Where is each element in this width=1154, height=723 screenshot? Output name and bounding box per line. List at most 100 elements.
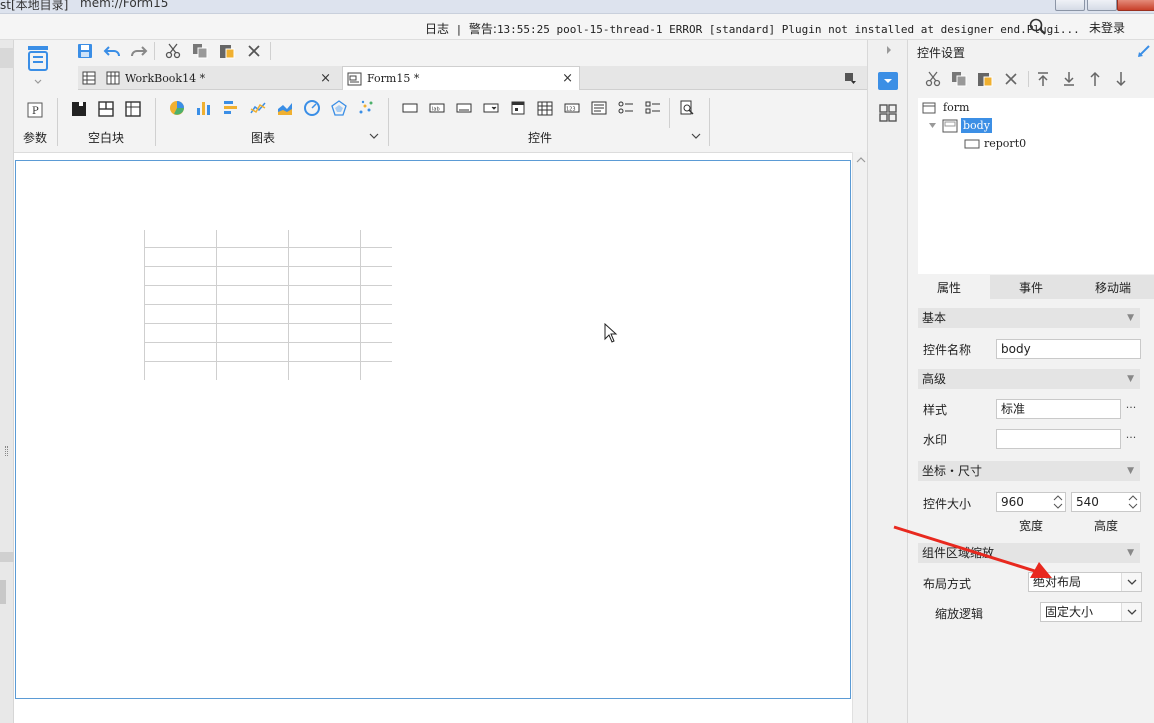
move-down-icon[interactable]: [1111, 69, 1131, 89]
tab-label: Form15 *: [367, 72, 420, 85]
widget-name-input[interactable]: body: [996, 339, 1141, 359]
horizontal-bar-chart-icon[interactable]: [221, 98, 241, 118]
save-icon[interactable]: [75, 41, 95, 61]
maximize-button[interactable]: [1087, 0, 1117, 11]
panel-cut-icon[interactable]: [923, 69, 943, 89]
delete-icon[interactable]: [244, 41, 264, 61]
radio-group-widget-icon[interactable]: [616, 98, 636, 118]
section-coords-size[interactable]: 坐标・尺寸 ▼: [918, 461, 1140, 481]
tab-form15[interactable]: Form15 * ×: [342, 66, 580, 90]
expand-right-icon[interactable]: [885, 45, 893, 55]
height-input[interactable]: 540: [1071, 492, 1141, 512]
title-file: mem://Form15: [80, 0, 169, 10]
section-basic[interactable]: 基本 ▼: [918, 308, 1140, 328]
menu-dropdown-button[interactable]: [26, 44, 52, 84]
tab-block-icon[interactable]: [96, 99, 116, 119]
style-more-button[interactable]: ···: [1121, 399, 1141, 419]
scale-logic-select[interactable]: 固定大小: [1040, 602, 1142, 622]
bar-chart-icon[interactable]: [194, 98, 214, 118]
scatter-chart-icon[interactable]: [356, 98, 376, 118]
component-library-icon[interactable]: [879, 104, 897, 122]
close-window-button[interactable]: [1117, 0, 1154, 11]
login-link[interactable]: 未登录: [1089, 19, 1125, 36]
search-icon[interactable]: [1029, 18, 1047, 36]
panel-paste-icon[interactable]: [975, 69, 995, 89]
paste-icon[interactable]: [217, 41, 237, 61]
move-up-icon[interactable]: [1085, 69, 1105, 89]
tab-mobile[interactable]: 移动端: [1072, 275, 1154, 299]
param-icon[interactable]: P: [25, 100, 45, 120]
widget-expand-chevron-icon[interactable]: [691, 132, 701, 140]
tree-node-body[interactable]: body: [942, 118, 992, 133]
svg-text:123: 123: [566, 107, 576, 113]
label-widget-icon[interactable]: [400, 98, 420, 118]
panel-pin-icon[interactable]: [1137, 44, 1151, 58]
absolute-block-icon[interactable]: [69, 99, 89, 119]
checkbox-group-widget-icon[interactable]: [643, 98, 663, 118]
area-chart-icon[interactable]: [275, 98, 295, 118]
minimize-button[interactable]: [1055, 0, 1085, 11]
report0-table-widget[interactable]: [144, 230, 394, 380]
gauge-chart-icon[interactable]: [302, 98, 322, 118]
width-spinner[interactable]: [1051, 493, 1065, 511]
form-body-canvas[interactable]: [15, 160, 851, 699]
style-input[interactable]: 标准: [996, 399, 1121, 419]
height-label: 高度: [1094, 519, 1119, 533]
tab-properties[interactable]: 属性: [908, 275, 990, 299]
tab-workbook14[interactable]: WorkBook14 * ×: [102, 66, 341, 90]
preview-search-icon[interactable]: [677, 98, 697, 118]
tab-label: WorkBook14 *: [125, 71, 206, 85]
panel-copy-icon[interactable]: [949, 69, 969, 89]
tab-close-icon[interactable]: ×: [320, 71, 331, 86]
height-spinner[interactable]: [1126, 493, 1140, 511]
grid-block-icon[interactable]: [123, 99, 143, 119]
tree-collapse-icon[interactable]: [928, 122, 937, 129]
sheet-view-icon[interactable]: [78, 66, 100, 90]
scroll-up-icon[interactable]: [856, 156, 866, 164]
cut-icon[interactable]: [163, 41, 183, 61]
log-link[interactable]: 日志: [425, 22, 449, 36]
chevron-down-icon: [1121, 603, 1141, 621]
redo-icon[interactable]: [129, 41, 149, 61]
line-chart-icon[interactable]: [248, 98, 268, 118]
watermark-more-button[interactable]: ···: [1121, 429, 1141, 449]
panel-delete-icon[interactable]: [1001, 69, 1021, 89]
radar-chart-icon[interactable]: [329, 98, 349, 118]
move-bottom-icon[interactable]: [1059, 69, 1079, 89]
watermark-input[interactable]: [996, 429, 1121, 449]
section-advanced[interactable]: 高级 ▼: [918, 369, 1140, 389]
chart-group-label: 图表: [251, 131, 276, 145]
widget-size-label: 控件大小: [923, 497, 972, 511]
combobox-widget-icon[interactable]: [481, 98, 501, 118]
move-top-icon[interactable]: [1033, 69, 1053, 89]
blank-group-label: 空白块: [88, 131, 125, 145]
button-widget-icon[interactable]: [454, 98, 474, 118]
text-widget-icon[interactable]: lab: [427, 98, 447, 118]
textarea-widget-icon[interactable]: [589, 98, 609, 118]
title-location: st[本地目录]: [0, 0, 69, 12]
tab-close-icon[interactable]: ×: [562, 71, 573, 86]
pie-chart-icon[interactable]: [167, 98, 187, 118]
copy-icon[interactable]: [190, 41, 210, 61]
number-widget-icon[interactable]: 123: [562, 98, 582, 118]
tab-list-dropdown-icon[interactable]: [844, 71, 858, 85]
undo-icon[interactable]: [102, 41, 122, 61]
chart-expand-chevron-icon[interactable]: [369, 132, 379, 140]
canvas-vertical-scrollbar[interactable]: [852, 152, 867, 723]
svg-text:lab: lab: [432, 107, 440, 113]
toolbar-area: P 参数 空白块 图表 lab 123 控件: [14, 40, 867, 152]
left-splitter-grip[interactable]: [5, 446, 8, 456]
calendar-widget-icon[interactable]: [535, 98, 555, 118]
watermark-label: 水印: [923, 433, 948, 447]
log-message: 13:55:25 pool-15-thread-1 ERROR [standar…: [496, 23, 1080, 36]
date-widget-icon[interactable]: [508, 98, 528, 118]
tree-node-form[interactable]: form: [922, 101, 969, 114]
width-input[interactable]: 960: [996, 492, 1066, 512]
tab-events[interactable]: 事件: [990, 275, 1072, 299]
widget-group-label: 控件: [528, 131, 553, 145]
warning-label: 警告:: [468, 22, 497, 36]
tree-node-report0[interactable]: report0: [964, 137, 1026, 150]
form-icon: [347, 72, 363, 86]
red-annotation-arrow: [890, 522, 1060, 584]
widget-settings-toggle[interactable]: [878, 72, 898, 90]
